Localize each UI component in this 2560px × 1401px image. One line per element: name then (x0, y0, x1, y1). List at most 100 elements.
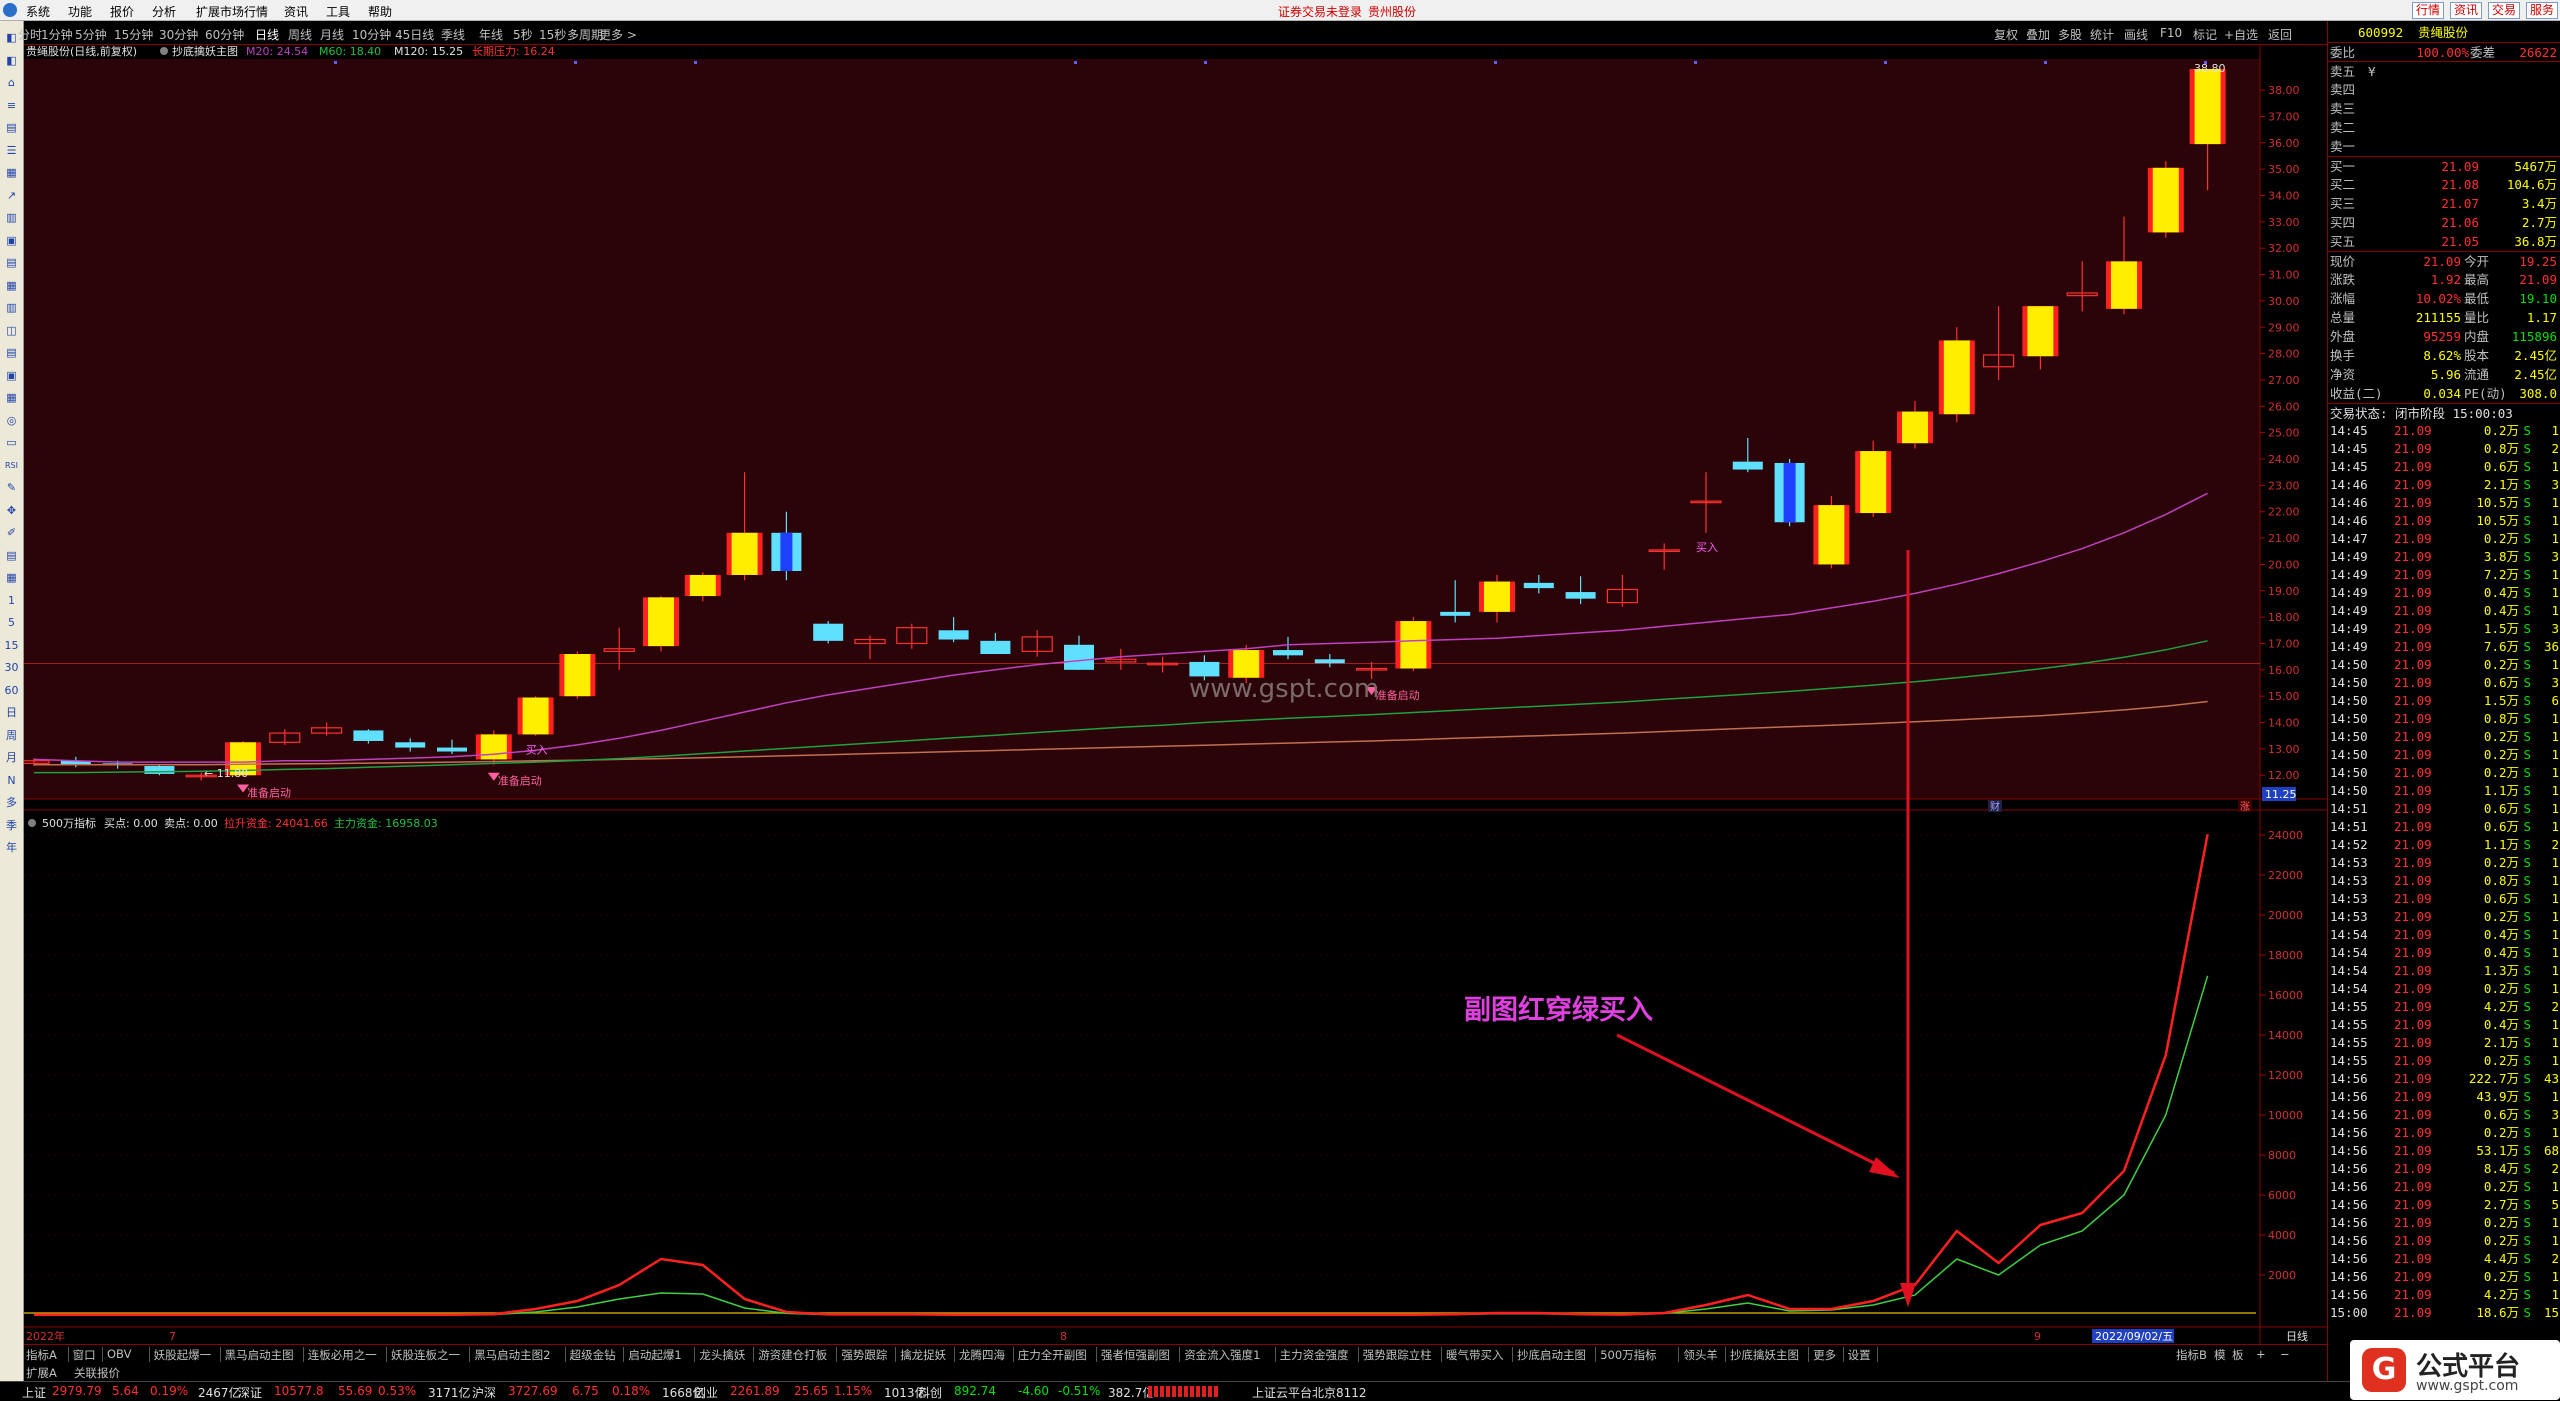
extension-tab-1[interactable]: 关联报价 (74, 1365, 120, 1381)
left-tool-icon[interactable]: 季 (3, 817, 20, 834)
period-tab-12[interactable]: 年线 (479, 26, 503, 43)
left-tool-icon[interactable]: ◎ (3, 412, 20, 429)
left-tool-icon[interactable]: ▭ (3, 434, 20, 451)
left-tool-icon[interactable]: 多 (3, 794, 20, 811)
period-tab-3[interactable]: 15分钟 (114, 26, 153, 43)
sub-indicator-name[interactable]: 500万指标 (42, 816, 96, 830)
left-tool-icon[interactable]: 5 (3, 614, 20, 631)
left-tool-icon[interactable]: 周 (3, 727, 20, 744)
left-tool-icon[interactable]: ✎ (3, 479, 20, 496)
indicator-tab-5[interactable]: 连板必用之一 (308, 1347, 377, 1363)
period-tab-6[interactable]: 日线 (255, 26, 279, 43)
period-tab-2[interactable]: 5分钟 (75, 26, 107, 43)
chart-tool-1[interactable]: 叠加 (2026, 26, 2050, 43)
period-tab-1[interactable]: 1分钟 (41, 26, 73, 43)
menu-item-help[interactable]: 帮助 (368, 3, 392, 20)
index-name[interactable]: 深证 (238, 1384, 262, 1401)
menu-item-system[interactable]: 系统 (26, 3, 50, 20)
period-tab-11[interactable]: 季线 (441, 26, 465, 43)
indicator-tab-15[interactable]: 庄力全开副图 (1018, 1347, 1087, 1363)
left-tool-icon[interactable]: 60 (3, 682, 20, 699)
indicator-tab-6[interactable]: 妖股连板之一 (391, 1347, 460, 1363)
indicator-tab-4[interactable]: 黑马启动主图 (225, 1347, 294, 1363)
period-tab-15[interactable]: 多周期 (567, 26, 603, 43)
menu-item-analysis[interactable]: 分析 (152, 3, 176, 20)
indicator-tab-23[interactable]: 领头羊 (1683, 1347, 1718, 1363)
left-tool-icon[interactable]: 年 (3, 839, 20, 856)
indicator-tab-25[interactable]: 更多 (1813, 1347, 1836, 1363)
event-marker[interactable] (1204, 61, 1207, 64)
period-tab-9[interactable]: 10分钟 (352, 26, 391, 43)
left-tool-icon[interactable]: ▥ (3, 299, 20, 316)
period-tab-7[interactable]: 周线 (288, 26, 312, 43)
menu-item-quote[interactable]: 报价 (110, 3, 134, 20)
indicator-tab-21[interactable]: 抄底启动主图 (1517, 1347, 1586, 1363)
period-tab-10[interactable]: 45日线 (395, 26, 434, 43)
index-name[interactable]: 创业 (694, 1384, 718, 1401)
chart-tool-6[interactable]: 标记 (2193, 26, 2217, 43)
indicator-settings-icon[interactable] (160, 47, 168, 55)
trade-button[interactable]: 交易 (2488, 2, 2521, 19)
left-tool-icon[interactable]: ✥ (3, 502, 20, 519)
event-marker[interactable] (2204, 61, 2207, 64)
chart-tool-2[interactable]: 多股 (2058, 26, 2082, 43)
event-marker[interactable] (1694, 61, 1697, 64)
indicator-tab-18[interactable]: 主力资金强度 (1280, 1347, 1349, 1363)
chart-tool-3[interactable]: 统计 (2090, 26, 2114, 43)
left-tool-icon[interactable]: 1 (3, 592, 20, 609)
news-button[interactable]: 资讯 (2450, 2, 2483, 19)
chart-tool-0[interactable]: 复权 (1994, 26, 2018, 43)
period-tab-0[interactable]: 分时 (18, 26, 42, 43)
index-name[interactable]: 科创 (918, 1384, 942, 1401)
left-tool-icon[interactable]: 月 (3, 749, 20, 766)
event-marker[interactable] (1884, 61, 1887, 64)
indicator-tab-24[interactable]: 抄底擒妖主图 (1730, 1347, 1799, 1363)
chart-tool-4[interactable]: 画线 (2124, 26, 2148, 43)
index-name[interactable]: 沪深 (472, 1384, 496, 1401)
period-tab-16[interactable]: 更多 > (599, 26, 637, 43)
server-label[interactable]: 上证云平台北京8112 (1252, 1384, 1367, 1401)
left-tool-icon[interactable]: ▤ (3, 344, 20, 361)
chart-tool-5[interactable]: F10 (2160, 26, 2182, 40)
left-tool-icon[interactable]: ▤ (3, 254, 20, 271)
event-marker[interactable] (694, 61, 697, 64)
left-tool-icon[interactable]: ▥ (3, 209, 20, 226)
period-tab-4[interactable]: 30分钟 (159, 26, 198, 43)
period-tab-8[interactable]: 月线 (320, 26, 344, 43)
left-tool-icon[interactable]: ▦ (3, 164, 20, 181)
indicator-tab-26[interactable]: 设置 (1848, 1347, 1871, 1363)
bottom-right-control-0[interactable]: 指标B (2176, 1347, 2207, 1363)
left-tool-icon[interactable]: ▤ (3, 119, 20, 136)
quote-button[interactable]: 行情 (2412, 2, 2445, 19)
left-tool-icon[interactable]: ▦ (3, 569, 20, 586)
indicator-tab-1[interactable]: 窗口 (73, 1347, 96, 1363)
indicator-tab-9[interactable]: 启动起爆1 (628, 1347, 681, 1363)
event-marker[interactable] (1074, 61, 1077, 64)
left-tool-icon[interactable]: ▦ (3, 389, 20, 406)
indicator-tab-19[interactable]: 强势跟踪立柱 (1363, 1347, 1432, 1363)
kline-chart[interactable]: 38.00 37.00 36.00 35.00 34.00 33.00 32.00 31.00… (24, 45, 2327, 1352)
indicator-tab-2[interactable]: OBV (107, 1347, 131, 1361)
bottom-right-control-1[interactable]: 模 (2214, 1347, 2226, 1363)
left-tool-icon[interactable]: ⌂ (3, 74, 20, 91)
left-tool-icon[interactable]: ✐ (3, 524, 20, 541)
main-indicator-name[interactable]: 抄底擒妖主图 (172, 45, 238, 58)
left-tool-icon[interactable]: ≡ (3, 97, 20, 114)
indicator-tab-14[interactable]: 龙腾四海 (959, 1347, 1005, 1363)
chart-tool-7[interactable]: +自选 (2224, 26, 2258, 43)
menu-item-tools[interactable]: 工具 (326, 3, 350, 20)
service-button[interactable]: 服务 (2526, 2, 2559, 19)
bottom-right-control-4[interactable]: − (2280, 1347, 2290, 1361)
left-tool-icon[interactable]: 15 (3, 637, 20, 654)
bottom-right-control-3[interactable]: + (2256, 1347, 2266, 1361)
left-tool-icon[interactable]: ↗ (3, 187, 20, 204)
indicator-tab-20[interactable]: 暖气带买入 (1446, 1347, 1504, 1363)
index-name[interactable]: 上证 (22, 1384, 46, 1401)
left-tool-icon[interactable]: ▦ (3, 277, 20, 294)
left-tool-icon[interactable]: ▤ (3, 547, 20, 564)
indicator-tab-3[interactable]: 妖股起爆一 (154, 1347, 212, 1363)
indicator-tab-8[interactable]: 超级金钻 (570, 1347, 616, 1363)
menu-item-function[interactable]: 功能 (68, 3, 92, 20)
indicator-tab-13[interactable]: 擒龙捉妖 (900, 1347, 946, 1363)
event-marker[interactable] (1494, 61, 1497, 64)
